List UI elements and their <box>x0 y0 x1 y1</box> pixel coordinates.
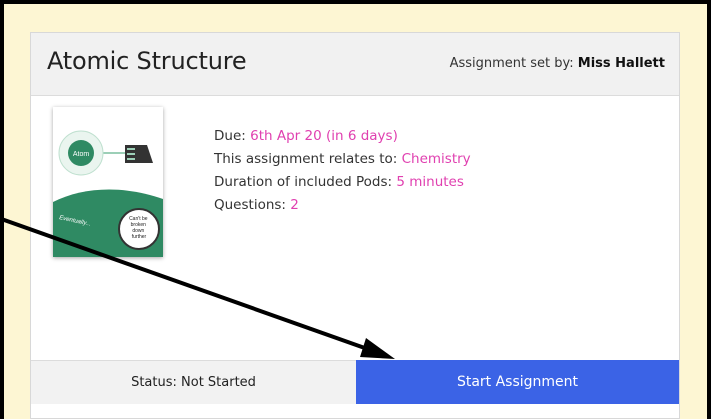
status-label: Status: <box>131 375 177 390</box>
assignment-thumbnail: Atom Eventually... Can't be broken down … <box>53 107 163 257</box>
duration-label: Duration of included Pods: <box>214 174 397 190</box>
due-value: 6th Apr 20 (in 6 days) <box>250 128 398 144</box>
atom-label: Atom <box>73 151 90 158</box>
assignment-set-by: Assignment set by: Miss Hallett <box>450 56 665 71</box>
assignment-title: Atomic Structure <box>47 47 247 75</box>
subject-link[interactable]: Chemistry <box>402 151 471 167</box>
due-label: Due: <box>214 128 251 144</box>
card-header: Atomic Structure Assignment set by: Miss… <box>31 33 679 96</box>
relates-row: This assignment relates to: Chemistry <box>214 148 471 171</box>
assignment-details: Due: 6th Apr 20 (in 6 days) This assignm… <box>214 125 471 217</box>
duration-value: 5 minutes <box>396 174 464 190</box>
status-value: Not Started <box>181 375 256 390</box>
duration-row: Duration of included Pods: 5 minutes <box>214 171 471 194</box>
assignment-card: Atomic Structure Assignment set by: Miss… <box>30 32 680 419</box>
relates-label: This assignment relates to: <box>214 151 402 167</box>
questions-value: 2 <box>290 197 299 213</box>
card-footer: Status: Not Started Start Assignment <box>31 360 679 404</box>
teacher-name: Miss Hallett <box>577 56 665 71</box>
due-row: Due: 6th Apr 20 (in 6 days) <box>214 125 471 148</box>
set-by-label: Assignment set by: <box>449 56 578 71</box>
questions-row: Questions: 2 <box>214 194 471 217</box>
atom-diagram-image: Atom Eventually... Can't be broken down … <box>53 107 163 257</box>
questions-label: Questions: <box>214 197 291 213</box>
start-assignment-button[interactable]: Start Assignment <box>356 360 679 404</box>
status-bar: Status: Not Started <box>31 360 356 404</box>
